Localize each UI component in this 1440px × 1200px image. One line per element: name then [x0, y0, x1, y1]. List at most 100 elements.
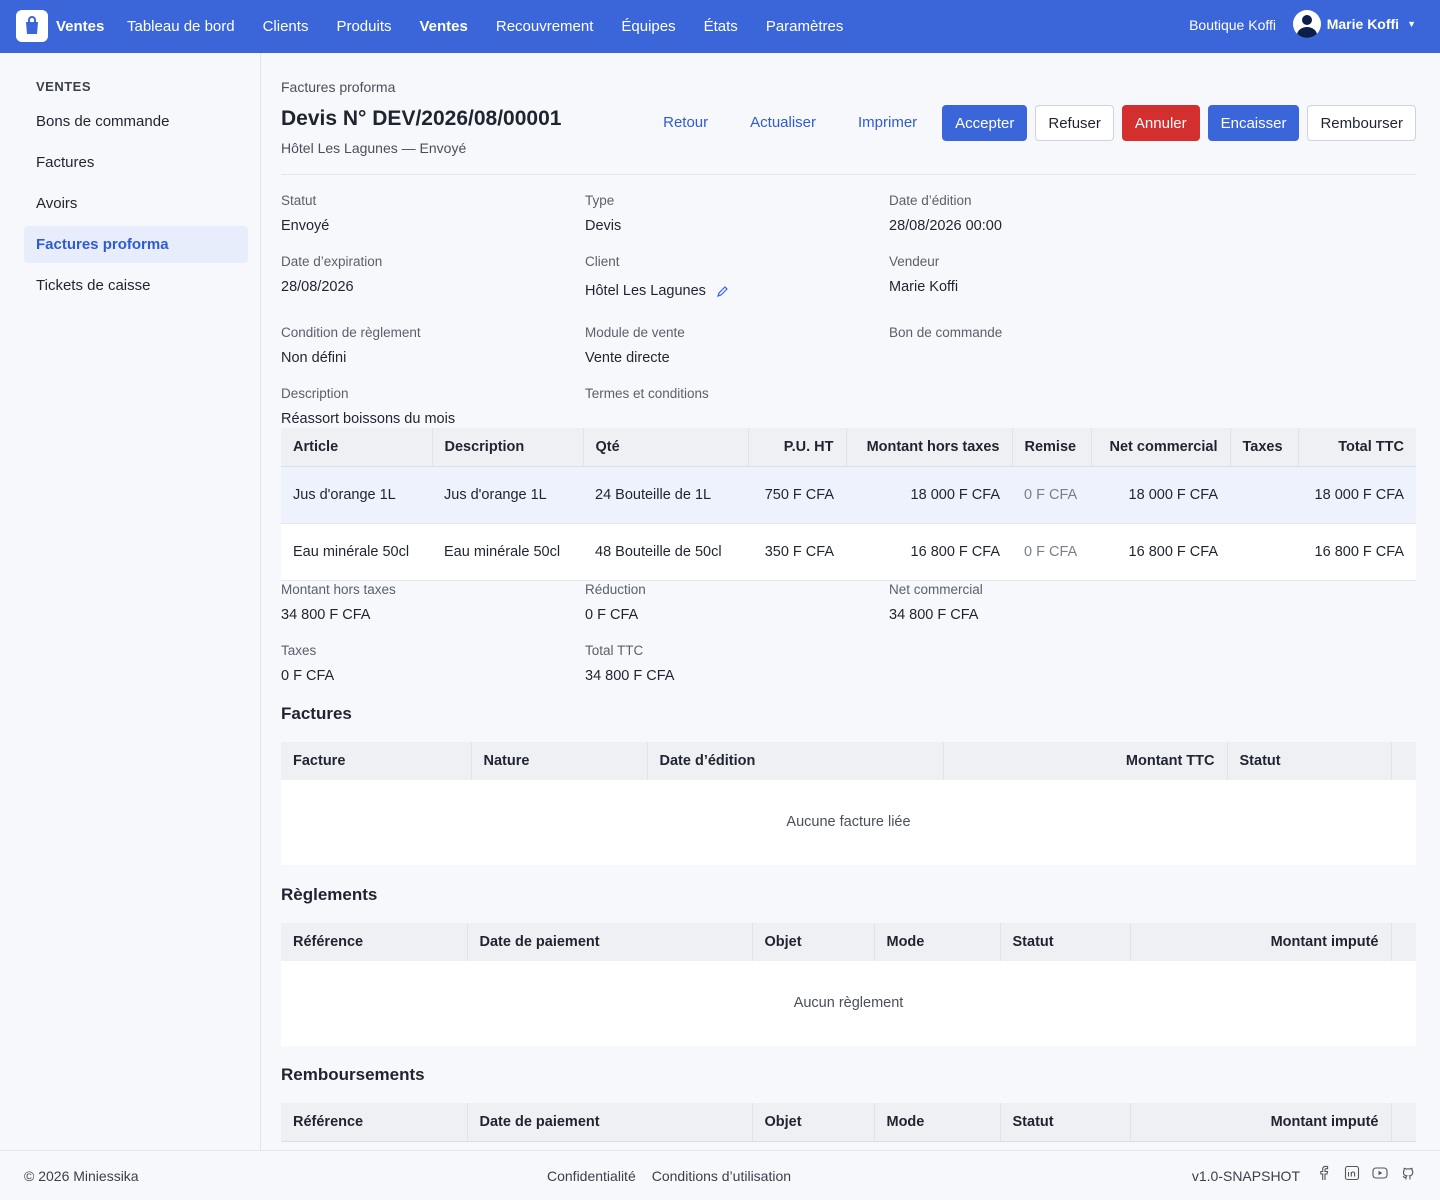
nav-collection[interactable]: Recouvrement — [482, 0, 608, 53]
field-expiry-date: Date d’expiration 28/08/2026 — [281, 254, 581, 295]
field-label: Module de vente — [585, 325, 685, 340]
column-header[interactable]: Statut — [1227, 742, 1392, 781]
column-header[interactable]: Statut — [1000, 1103, 1131, 1142]
sidebar-item-purchase-orders[interactable]: Bons de commande — [24, 103, 248, 140]
copyright: © 2026 Miniessika — [24, 1168, 139, 1184]
field-label: Date d’expiration — [281, 254, 383, 269]
column-header[interactable]: Montant imputé — [1130, 923, 1392, 962]
table-row[interactable]: Jus d'orange 1L Jus d'orange 1L 24 Boute… — [281, 466, 1416, 524]
sidebar-item-invoices[interactable]: Factures — [24, 144, 248, 181]
cell-total: 16 800 F CFA — [1298, 523, 1416, 581]
field-value: Réassort boissons du mois — [281, 411, 456, 427]
facebook-icon[interactable] — [1316, 1165, 1332, 1181]
nav-sales[interactable]: Ventes — [405, 0, 481, 53]
invoices-table: Facture Nature Date d’édition Montant TT… — [281, 742, 1416, 781]
pencil-icon[interactable] — [716, 284, 730, 298]
field-status: Statut Envoyé — [281, 193, 581, 234]
column-header[interactable]: Statut — [1000, 923, 1131, 962]
field-issue-date: Date d’édition 28/08/2026 00:00 — [889, 193, 1189, 234]
cell-taxes — [1230, 466, 1298, 524]
footer: © 2026 Miniessika Confidentialité Condit… — [0, 1150, 1440, 1200]
field-label: Total TTC — [585, 643, 644, 658]
nav-settings[interactable]: Paramètres — [752, 0, 858, 53]
column-header[interactable]: Date de paiement — [467, 1103, 753, 1142]
column-header[interactable]: Montant TTC — [943, 742, 1228, 781]
sidebar-item-proforma[interactable]: Factures proforma — [24, 226, 248, 263]
column-header[interactable]: Objet — [752, 1103, 875, 1142]
cell-discount: 0 F CFA — [1012, 523, 1091, 581]
sidebar-item-credit-notes[interactable]: Avoirs — [24, 185, 248, 222]
cell-amount-ht: 18 000 F CFA — [846, 466, 1012, 524]
cell-taxes — [1230, 523, 1298, 581]
field-sales-module: Module de vente Vente directe — [585, 325, 885, 366]
column-header[interactable]: Date de paiement — [467, 923, 753, 962]
cancel-button[interactable]: Annuler — [1121, 105, 1200, 141]
column-header[interactable]: Date d’édition — [647, 742, 944, 781]
cell-unit-price: 350 F CFA — [748, 523, 846, 581]
column-header[interactable]: Net commercial — [1091, 428, 1231, 467]
table-header-row: Facture Nature Date d’édition Montant TT… — [281, 742, 1416, 781]
refresh-button[interactable]: Actualiser — [733, 105, 833, 141]
payments-section-title: Règlements — [281, 885, 378, 904]
column-header[interactable]: Taxes — [1230, 428, 1299, 467]
privacy-link[interactable]: Confidentialité — [547, 1168, 636, 1184]
column-header[interactable]: Objet — [752, 923, 875, 962]
user-name: Marie Koffi — [1326, 16, 1400, 32]
cell-article: Jus d'orange 1L — [281, 466, 432, 524]
column-header[interactable]: Facture — [281, 742, 472, 781]
column-header[interactable]: Description — [432, 428, 584, 467]
column-header[interactable]: Article — [281, 428, 433, 467]
user-menu[interactable]: Marie Koffi ▼ — [1292, 10, 1416, 38]
refund-button[interactable]: Rembourser — [1307, 105, 1416, 141]
field-label: Statut — [281, 193, 317, 208]
column-header[interactable]: Qté — [583, 428, 749, 467]
column-header[interactable]: Montant hors taxes — [846, 428, 1013, 467]
action-bar: Retour Actualiser Imprimer Accepter Refu… — [646, 105, 1416, 141]
nav-products[interactable]: Produits — [322, 0, 405, 53]
nav-clients[interactable]: Clients — [249, 0, 323, 53]
nav-teams[interactable]: Équipes — [607, 0, 689, 53]
column-header-spacer — [1391, 742, 1416, 781]
refuse-button[interactable]: Refuser — [1035, 105, 1114, 141]
breadcrumb[interactable]: Factures proforma — [281, 79, 395, 95]
accept-button[interactable]: Accepter — [942, 105, 1028, 141]
app-name[interactable]: Ventes — [56, 18, 104, 35]
column-header[interactable]: P.U. HT — [748, 428, 847, 467]
table-row[interactable]: Eau minérale 50cl Eau minérale 50cl 48 B… — [281, 523, 1416, 581]
column-header[interactable]: Remise — [1012, 428, 1092, 467]
column-header[interactable]: Montant imputé — [1130, 1103, 1392, 1142]
column-header[interactable]: Nature — [471, 742, 648, 781]
print-button[interactable]: Imprimer — [841, 105, 934, 141]
github-icon[interactable] — [1400, 1165, 1416, 1181]
terms-link[interactable]: Conditions d’utilisation — [652, 1168, 791, 1184]
cell-qty: 48 Bouteille de 50cl — [583, 523, 748, 581]
collect-button[interactable]: Encaisser — [1207, 105, 1300, 141]
nav-reports[interactable]: États — [690, 0, 752, 53]
nav-dashboard[interactable]: Tableau de bord — [113, 0, 249, 53]
shopping-bag-icon[interactable] — [16, 10, 48, 42]
column-header[interactable]: Mode — [874, 1103, 1001, 1142]
youtube-icon[interactable] — [1372, 1165, 1388, 1181]
column-header-spacer — [1391, 1103, 1416, 1142]
field-label: Client — [585, 254, 620, 269]
field-payment-terms: Condition de règlement Non défini — [281, 325, 581, 366]
sidebar-item-receipts[interactable]: Tickets de caisse — [24, 267, 248, 304]
back-button[interactable]: Retour — [646, 105, 725, 141]
field-value: Non défini — [281, 350, 347, 366]
top-navbar: Ventes Tableau de bord Clients Produits … — [0, 0, 1440, 53]
header-divider — [281, 174, 1416, 175]
version-label: v1.0-SNAPSHOT — [1191, 1168, 1300, 1184]
field-label: Taxes — [281, 643, 317, 658]
main-nav: Tableau de bord Clients Produits Ventes … — [113, 0, 857, 53]
lines-table: Article Description Qté P.U. HT Montant … — [281, 428, 1416, 581]
shop-selector[interactable]: Boutique Koffi — [1189, 17, 1276, 33]
linkedin-icon[interactable] — [1344, 1165, 1360, 1181]
field-label: Réduction — [585, 582, 646, 597]
field-value: 34 800 F CFA — [585, 668, 675, 684]
table-header-row: Article Description Qté P.U. HT Montant … — [281, 428, 1416, 467]
field-value: 0 F CFA — [281, 668, 335, 684]
column-header[interactable]: Référence — [281, 1103, 468, 1142]
column-header[interactable]: Total TTC — [1298, 428, 1416, 467]
column-header[interactable]: Mode — [874, 923, 1001, 962]
column-header[interactable]: Référence — [281, 923, 468, 962]
